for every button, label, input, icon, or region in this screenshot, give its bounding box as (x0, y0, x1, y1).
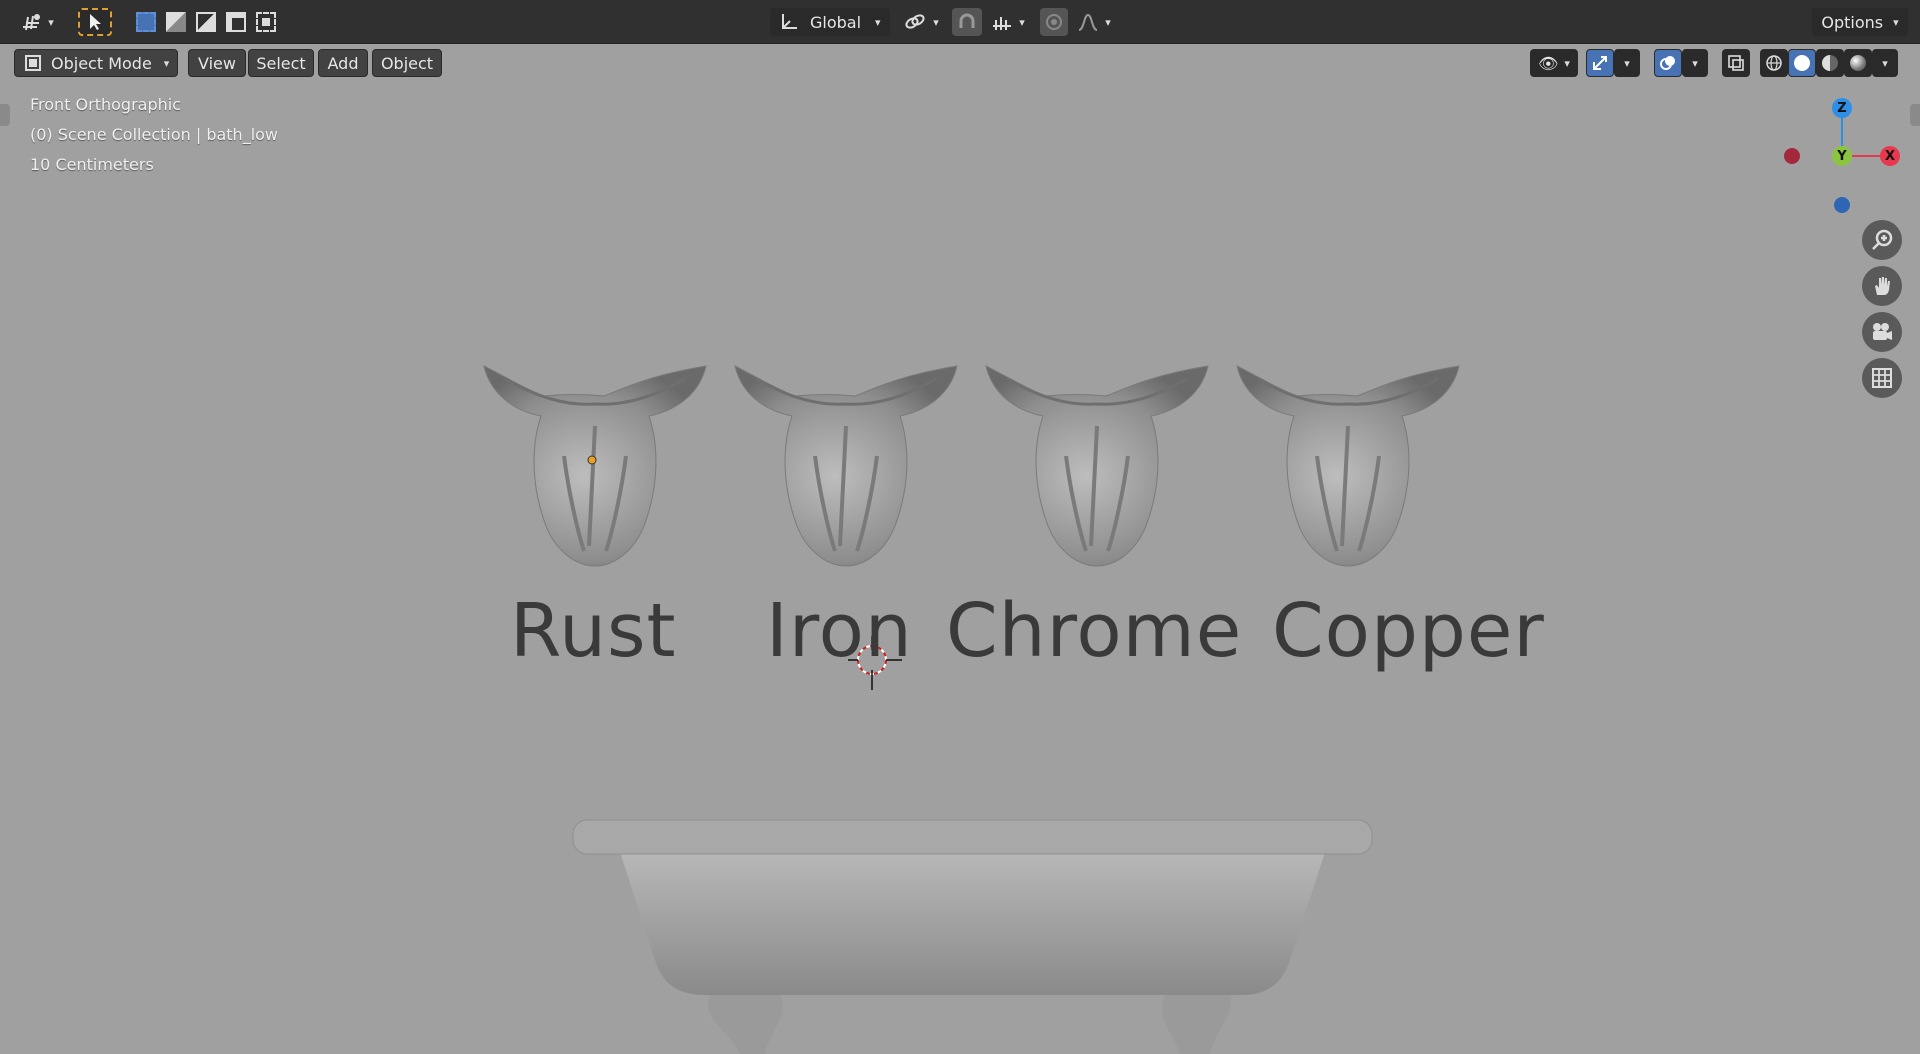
bathtub-object[interactable] (572, 819, 1373, 1054)
pan-button[interactable] (1862, 266, 1902, 306)
gizmo-neg-x-axis[interactable] (1784, 148, 1800, 164)
text-object-rust[interactable]: Rust (510, 588, 677, 674)
camera-icon (1873, 323, 1892, 340)
text-object-copper[interactable]: Copper (1272, 588, 1545, 674)
grid-icon (1872, 368, 1892, 388)
gizmo-z-axis[interactable]: Z (1832, 98, 1852, 118)
clawfoot-object-chrome[interactable] (984, 364, 1210, 568)
zoom-magnifier-icon (1872, 229, 1893, 250)
text-object-chrome[interactable]: Chrome (946, 588, 1242, 674)
clawfoot-object-copper[interactable] (1235, 364, 1461, 568)
gizmo-y-axis[interactable]: Y (1832, 146, 1852, 166)
zoom-button[interactable] (1862, 220, 1902, 260)
gizmo-neg-z-axis[interactable] (1834, 197, 1850, 213)
toggle-orthographic-button[interactable] (1862, 358, 1902, 398)
text-object-iron[interactable]: Iron (766, 588, 913, 674)
object-origin-point (587, 455, 597, 465)
camera-view-button[interactable] (1862, 312, 1902, 352)
gizmo-x-axis[interactable]: X (1880, 146, 1900, 166)
hand-icon (1875, 277, 1890, 295)
scene-objects (482, 364, 1461, 1054)
clawfoot-object-iron[interactable] (733, 364, 959, 568)
clawfoot-object-rust[interactable] (482, 364, 708, 568)
